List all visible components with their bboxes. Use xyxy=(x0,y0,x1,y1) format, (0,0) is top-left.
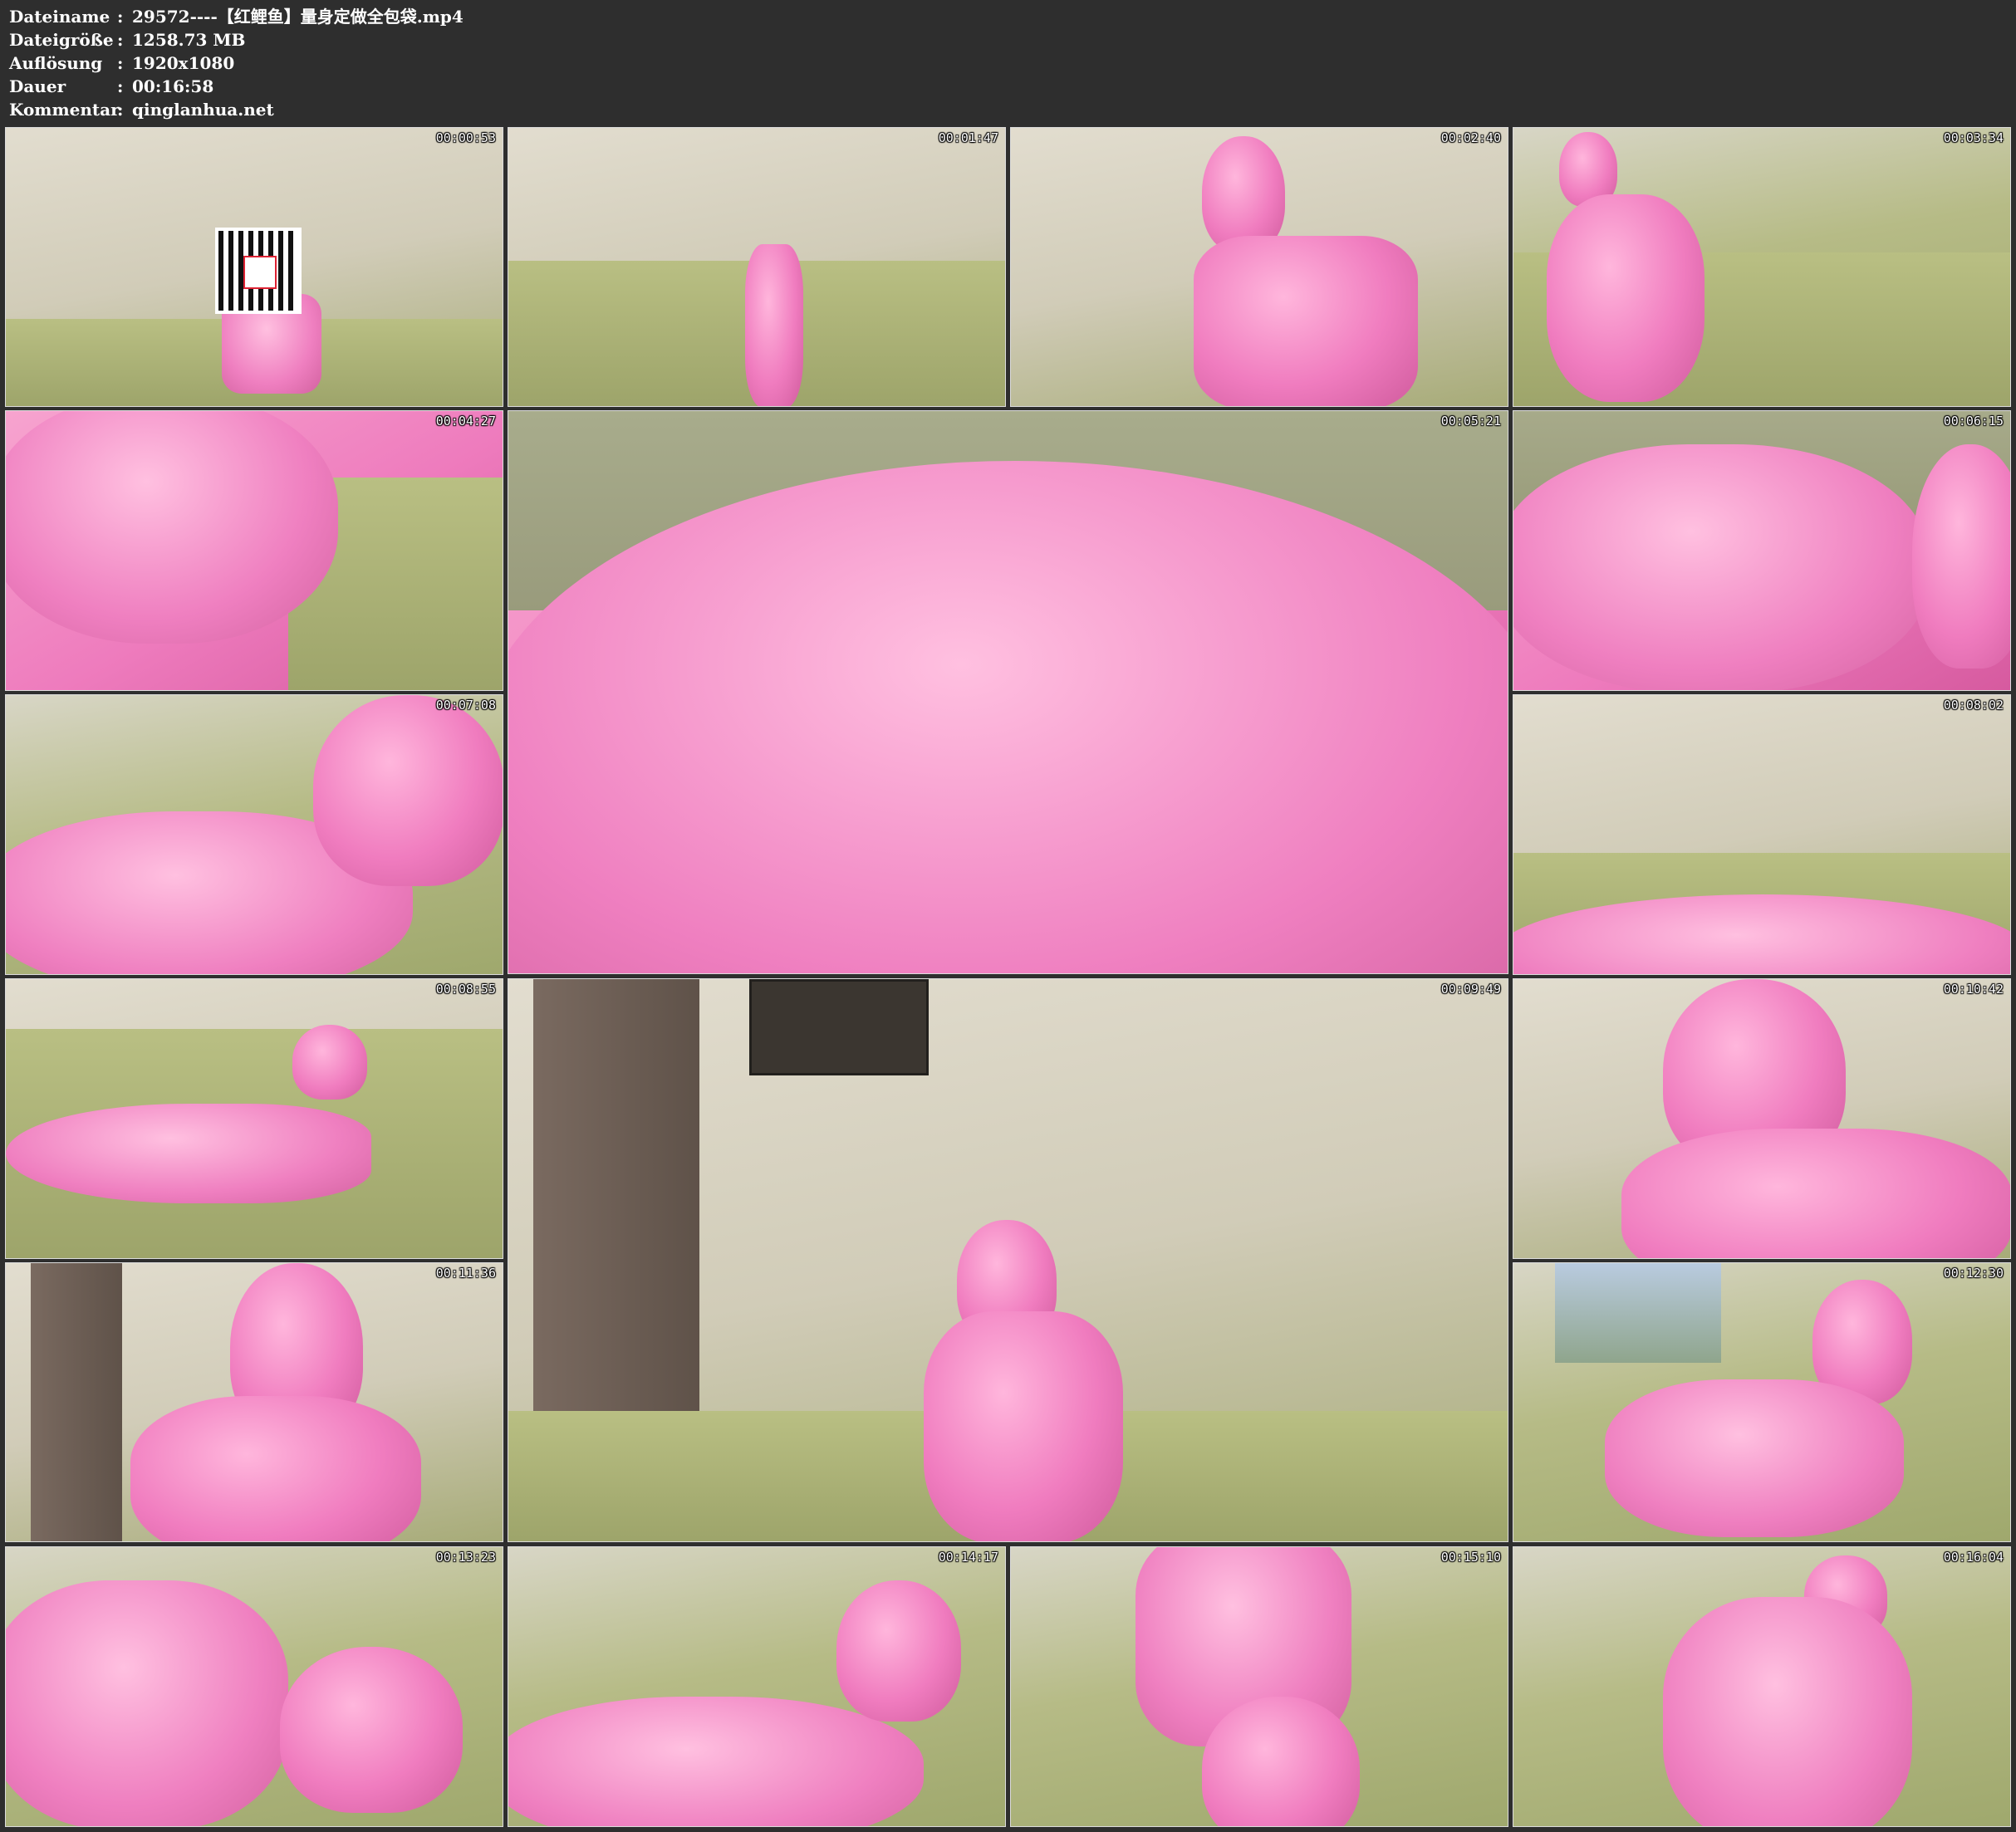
thumbnail-timestamp: 00:04:27 xyxy=(435,414,496,429)
video-thumbnail[interactable]: 00:00:53 xyxy=(5,127,503,407)
thumbnail-timestamp: 00:08:55 xyxy=(435,982,496,997)
video-thumbnail[interactable]: 00:12:30 xyxy=(1513,1262,2011,1542)
comment-value: qinglanhua.net xyxy=(132,100,274,120)
thumbnail-timestamp: 00:09:49 xyxy=(1440,982,1501,997)
duration-label: Dauer xyxy=(9,76,66,96)
thumbnail-timestamp: 00:11:36 xyxy=(435,1266,496,1281)
thumbnail-timestamp: 00:12:30 xyxy=(1943,1266,2004,1281)
thumbnail-timestamp: 00:01:47 xyxy=(938,130,998,145)
filename-value: 29572----【红鲤鱼】量身定做全包袋.mp4 xyxy=(132,7,464,27)
info-header: Dateiname : 29572----【红鲤鱼】量身定做全包袋.mp4 Da… xyxy=(0,0,2016,123)
thumbnail-timestamp: 00:05:21 xyxy=(1440,414,1501,429)
separator: : xyxy=(117,53,124,73)
thumbnail-timestamp: 00:15:10 xyxy=(1440,1550,1501,1565)
video-thumbnail[interactable]: 00:07:08 xyxy=(5,694,503,975)
separator: : xyxy=(117,100,124,120)
resolution-value: 1920x1080 xyxy=(132,53,235,73)
video-thumbnail[interactable]: 00:08:55 xyxy=(5,978,503,1259)
thumbnail-timestamp: 00:08:02 xyxy=(1943,698,2004,713)
video-thumbnail[interactable]: 00:01:47 xyxy=(508,127,1006,407)
video-thumbnail[interactable]: 00:14:17 xyxy=(508,1546,1006,1827)
thumbnail-timestamp: 00:03:34 xyxy=(1943,130,2004,145)
qr-code-icon xyxy=(215,228,302,314)
video-thumbnail[interactable]: 00:09:49 xyxy=(508,978,1508,1542)
video-thumbnail[interactable]: 00:11:36 xyxy=(5,1262,503,1542)
separator: : xyxy=(117,7,124,27)
thumbnail-timestamp: 00:00:53 xyxy=(435,130,496,145)
comment-label: Kommentar xyxy=(9,100,120,120)
thumbnail-timestamp: 00:02:40 xyxy=(1440,130,1501,145)
video-thumbnail[interactable]: 00:02:40 xyxy=(1010,127,1508,407)
filename-label: Dateiname xyxy=(9,7,110,27)
video-thumbnail[interactable]: 00:05:21 xyxy=(508,410,1508,974)
resolution-label: Auflösung xyxy=(9,53,103,73)
thumbnail-timestamp: 00:14:17 xyxy=(938,1550,998,1565)
filesize-label: Dateigröße xyxy=(9,30,114,50)
separator: : xyxy=(117,76,124,96)
video-thumbnail[interactable]: 00:08:02 xyxy=(1513,694,2011,975)
thumbnail-timestamp: 00:13:23 xyxy=(435,1550,496,1565)
filesize-value: 1258.73 MB xyxy=(132,30,246,50)
video-thumbnail[interactable]: 00:15:10 xyxy=(1010,1546,1508,1827)
thumbnail-timestamp: 00:07:08 xyxy=(435,698,496,713)
video-thumbnail[interactable]: 00:13:23 xyxy=(5,1546,503,1827)
thumbnail-timestamp: 00:10:42 xyxy=(1943,982,2004,997)
video-thumbnail[interactable]: 00:06:15 xyxy=(1513,410,2011,691)
video-thumbnail[interactable]: 00:04:27 xyxy=(5,410,503,691)
video-thumbnail[interactable]: 00:03:34 xyxy=(1513,127,2011,407)
thumbnail-timestamp: 00:16:04 xyxy=(1943,1550,2004,1565)
thumbnail-timestamp: 00:06:15 xyxy=(1943,414,2004,429)
separator: : xyxy=(117,30,124,50)
video-thumbnail[interactable]: 00:10:42 xyxy=(1513,978,2011,1259)
video-thumbnail[interactable]: 00:16:04 xyxy=(1513,1546,2011,1827)
duration-value: 00:16:58 xyxy=(132,76,214,96)
